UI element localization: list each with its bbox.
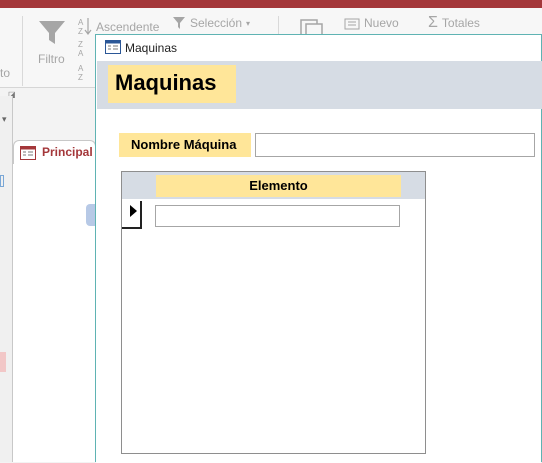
svg-text:Z: Z	[78, 27, 83, 36]
totals-icon: Σ	[428, 14, 438, 31]
nav-selected-item[interactable]	[0, 352, 6, 372]
nombre-maquina-field[interactable]	[255, 133, 535, 157]
maquinas-form-window: Maquinas Maquinas Nombre Máquina Element…	[95, 34, 542, 463]
form-header-section: Maquinas	[97, 61, 542, 109]
svg-text:Z: Z	[78, 73, 83, 82]
ribbon-separator	[22, 16, 23, 86]
elemento-column-header: Elemento	[156, 175, 401, 197]
filter-button-label[interactable]: Filtro	[38, 52, 65, 66]
sort-ascending-icon: A Z	[78, 18, 92, 36]
svg-text:Z: Z	[78, 40, 83, 49]
sort-ascending-label: Ascendente	[96, 20, 160, 34]
record-selector-arrow-icon	[130, 205, 137, 217]
svg-text:A: A	[78, 64, 84, 73]
form-heading: Maquinas	[108, 65, 236, 103]
sort-descending-icon: Z A	[78, 40, 84, 58]
tab-principal[interactable]: Principal	[13, 140, 96, 164]
elemento-field[interactable]	[155, 205, 400, 227]
totals-label: Totales	[441, 16, 480, 30]
filter-icon[interactable]	[38, 20, 66, 46]
svg-text:A: A	[78, 18, 84, 27]
form-icon	[20, 146, 36, 160]
chevron-down-icon[interactable]: ▾	[2, 114, 7, 125]
selection-label: Selección	[190, 16, 243, 30]
nombre-maquina-label: Nombre Máquina	[119, 133, 251, 157]
new-record-icon	[344, 18, 360, 30]
form-icon	[105, 40, 121, 54]
selection-filter-icon	[173, 17, 185, 29]
form-titlebar[interactable]: Maquinas	[96, 35, 541, 61]
new-record-button[interactable]: Nuevo	[344, 16, 399, 30]
svg-text:A: A	[78, 49, 84, 58]
selection-button[interactable]: Selección ▾	[172, 16, 250, 30]
principal-document-area	[13, 164, 96, 462]
clear-sort-icon: A Z	[78, 64, 84, 82]
chevron-down-icon: ▾	[246, 18, 251, 28]
sort-descending-button[interactable]: Z A	[78, 38, 92, 60]
clear-sort-button[interactable]: A Z	[78, 62, 92, 84]
new-record-label: Nuevo	[364, 16, 399, 30]
elementos-subform: Elemento	[121, 171, 426, 454]
navigation-pane	[0, 96, 13, 462]
record-selector[interactable]	[122, 201, 142, 229]
form-window-title: Maquinas	[125, 41, 178, 55]
totals-button[interactable]: Σ Totales	[428, 14, 480, 31]
ribbon-cut-label: to	[0, 66, 11, 80]
tab-principal-label: Principal	[42, 145, 93, 159]
app-titlebar-strip	[0, 0, 542, 8]
nav-search-box[interactable]	[0, 175, 4, 187]
